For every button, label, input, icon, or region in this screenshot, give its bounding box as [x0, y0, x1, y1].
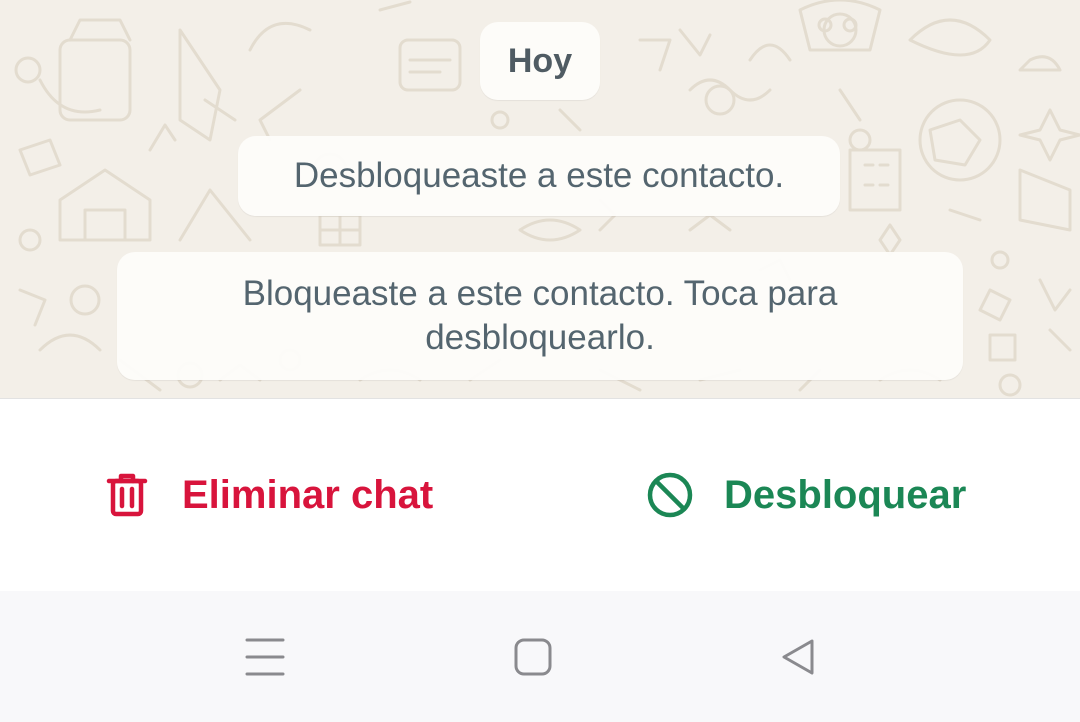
- delete-chat-label: Eliminar chat: [182, 472, 434, 517]
- delete-chat-button[interactable]: Eliminar chat: [106, 399, 433, 591]
- home-icon: [513, 637, 553, 677]
- chat-area[interactable]: Hoy Desbloqueaste a este contacto. Bloqu…: [0, 0, 1080, 398]
- menu-icon: [245, 637, 285, 677]
- system-message-blocked[interactable]: Bloqueaste a este contacto. Toca para de…: [117, 252, 963, 380]
- back-button[interactable]: [768, 631, 828, 683]
- home-button[interactable]: [503, 631, 563, 683]
- trash-icon: [106, 473, 148, 517]
- unblock-label: Desbloquear: [724, 472, 967, 517]
- whatsapp-blocked-chat-screen: Hoy Desbloqueaste a este contacto. Bloqu…: [0, 0, 1080, 722]
- recent-apps-button[interactable]: [235, 631, 295, 683]
- unblock-button[interactable]: Desbloquear: [646, 399, 966, 591]
- date-separator: Hoy: [480, 22, 600, 100]
- blocked-actions-bar: Eliminar chat Desbloquear: [0, 399, 1080, 591]
- system-message-unblocked: Desbloqueaste a este contacto.: [238, 136, 840, 216]
- block-icon: [646, 471, 694, 519]
- system-navigation-bar: [0, 591, 1080, 722]
- back-icon: [778, 637, 818, 677]
